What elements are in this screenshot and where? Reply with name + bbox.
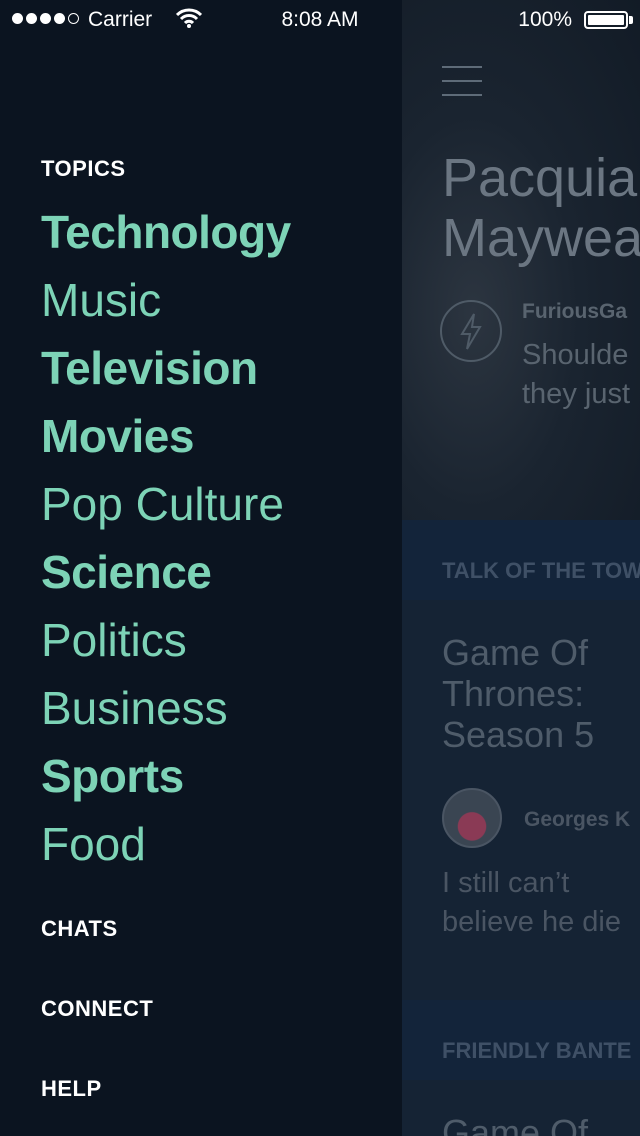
hero-title: Pacquia Maywea xyxy=(442,148,640,268)
card-message: I still can’t believe he die xyxy=(442,867,621,938)
battery-icon xyxy=(584,11,628,29)
topic-item-food[interactable]: Food xyxy=(41,810,291,878)
topic-item-politics[interactable]: Politics xyxy=(41,606,291,674)
topic-item-business[interactable]: Business xyxy=(41,674,291,742)
card-username: Georges K xyxy=(524,808,631,831)
hero-card[interactable]: Pacquia Maywea FuriousGa Shoulde they ju… xyxy=(402,0,640,520)
status-bar: Carrier 8:08 AM 100% xyxy=(0,0,640,40)
section-header-talk: TALK OF THE TOW xyxy=(402,520,640,600)
topic-item-sports[interactable]: Sports xyxy=(41,742,291,810)
battery-percentage: 100% xyxy=(518,8,572,31)
topic-item-movies[interactable]: Movies xyxy=(41,402,291,470)
chat-card[interactable]: Game Of xyxy=(402,1080,640,1136)
help-menu-item[interactable]: HELP xyxy=(41,1076,102,1102)
connect-menu-item[interactable]: CONNECT xyxy=(41,996,153,1022)
topics-header: TOPICS xyxy=(41,156,126,181)
avatar xyxy=(442,788,502,848)
hero-message: Shoulde they just xyxy=(522,339,630,410)
section-label: TALK OF THE TOW xyxy=(442,558,640,583)
topic-item-television[interactable]: Television xyxy=(41,334,291,402)
battery-tip xyxy=(629,16,633,24)
topics-list: Technology Music Television Movies Pop Cultu… xyxy=(41,198,291,878)
chat-card[interactable]: Game Of Thrones: Season 5 Georges K I st… xyxy=(402,600,640,1000)
chats-menu-item[interactable]: CHATS xyxy=(41,916,118,942)
lightning-bolt-icon xyxy=(440,300,502,362)
topic-item-pop-culture[interactable]: Pop Culture xyxy=(41,470,291,538)
topic-item-technology[interactable]: Technology xyxy=(41,198,291,266)
topic-item-science[interactable]: Science xyxy=(41,538,291,606)
topic-item-music[interactable]: Music xyxy=(41,266,291,334)
card-title: Game Of xyxy=(442,1112,589,1136)
section-label: FRIENDLY BANTE xyxy=(442,1038,632,1063)
section-header-banter: FRIENDLY BANTE xyxy=(402,1000,640,1080)
hero-username: FuriousGa xyxy=(522,300,628,323)
main-content: Pacquia Maywea FuriousGa Shoulde they ju… xyxy=(402,0,640,1136)
hamburger-menu-icon[interactable] xyxy=(442,66,482,96)
card-title: Game Of Thrones: Season 5 xyxy=(442,632,595,755)
side-menu: TOPICS Technology Music Television Movies Po… xyxy=(0,0,402,1136)
